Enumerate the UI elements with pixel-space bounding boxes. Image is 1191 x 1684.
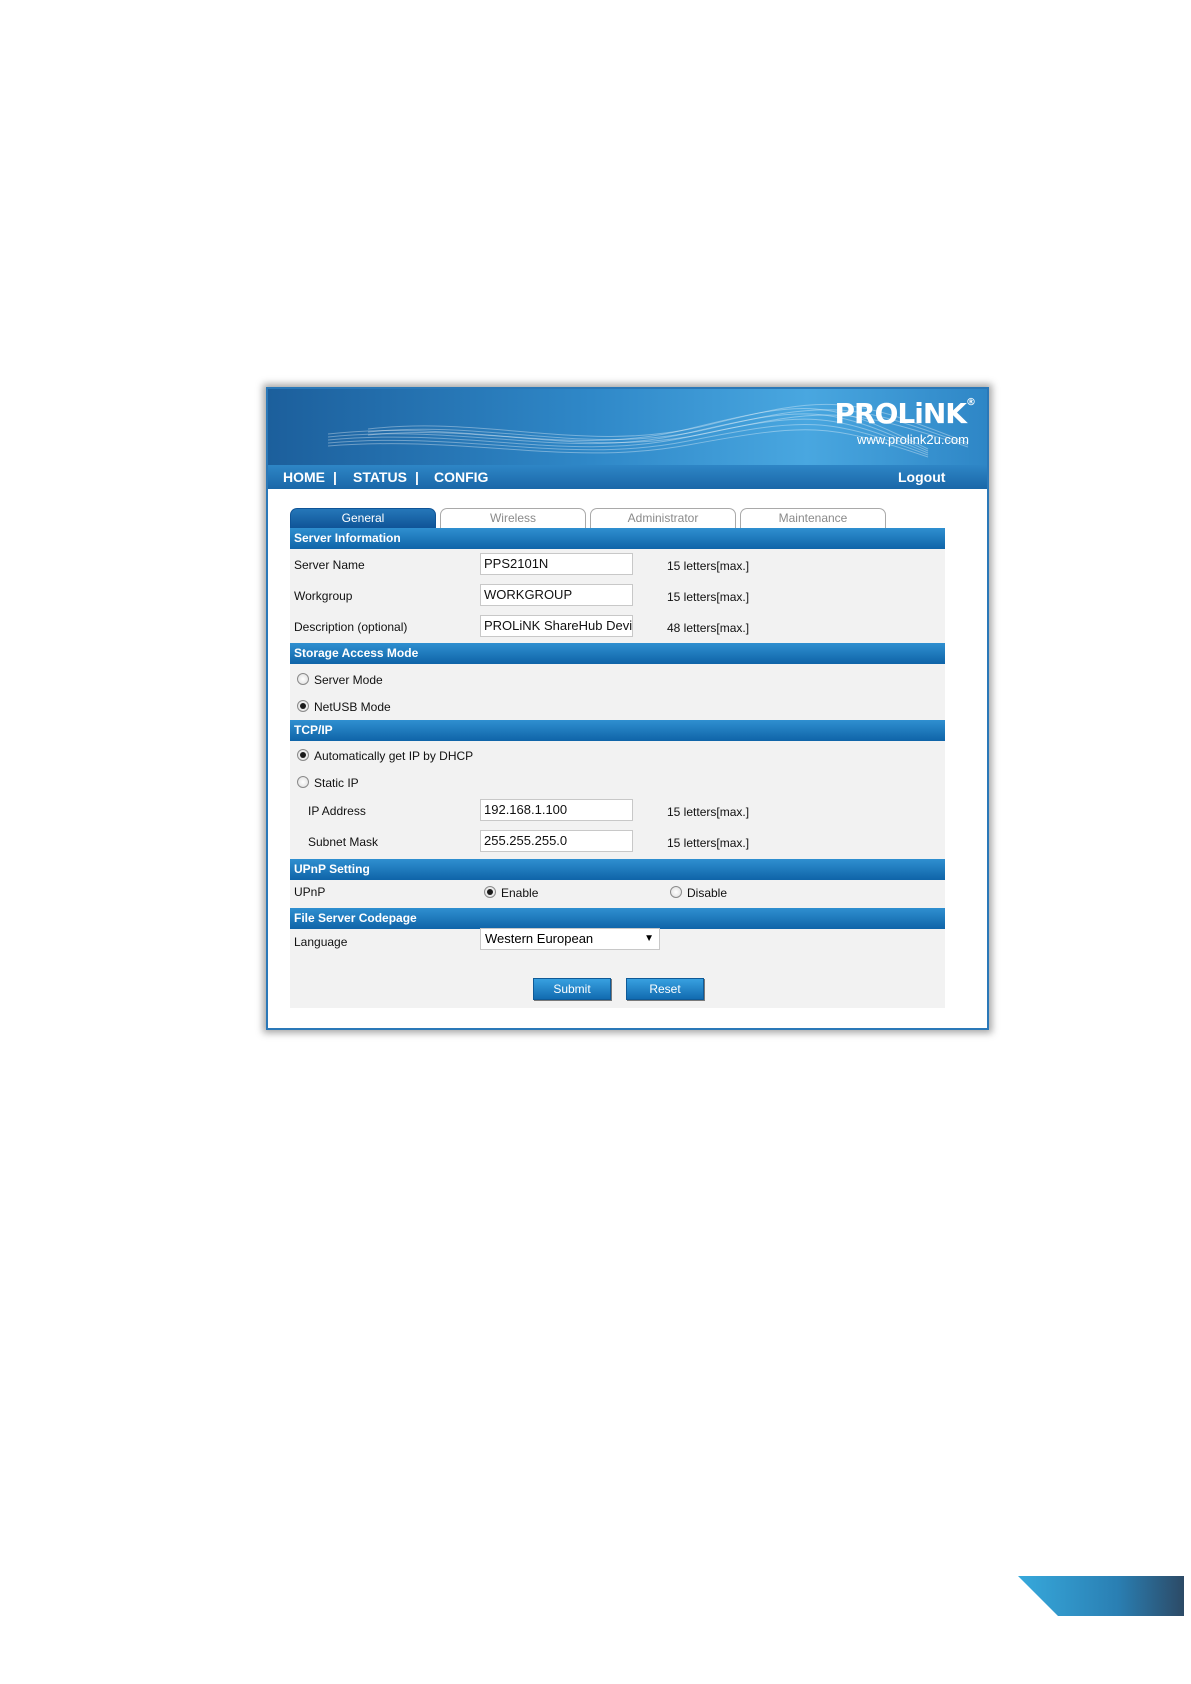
- header-banner: PROLiNK® www.prolink2u.com: [268, 389, 987, 465]
- subnet-mask-input[interactable]: 255.255.255.0: [480, 830, 633, 852]
- tab-maintenance[interactable]: Maintenance: [740, 508, 886, 528]
- chevron-down-icon: ▼: [644, 933, 654, 944]
- ip-address-input[interactable]: 192.168.1.100: [480, 799, 633, 821]
- description-input[interactable]: PROLiNK ShareHub Devic: [480, 615, 633, 637]
- tab-administrator[interactable]: Administrator: [590, 508, 736, 528]
- ip-address-label: IP Address: [308, 804, 366, 818]
- subnet-mask-label: Subnet Mask: [308, 835, 379, 849]
- nav-home[interactable]: HOME: [283, 469, 325, 485]
- config-tabs: General Wireless Administrator Maintenan…: [290, 508, 890, 528]
- upnp-enable-radio[interactable]: [484, 886, 496, 898]
- upnp-disable-label: Disable: [687, 886, 728, 900]
- server-name-hint: 15 letters[max.]: [667, 559, 750, 573]
- static-ip-label: Static IP: [314, 776, 359, 790]
- subnet-mask-hint: 15 letters[max.]: [667, 836, 750, 850]
- submit-button[interactable]: Submit: [533, 978, 611, 1000]
- netusb-mode-label: NetUSB Mode: [314, 700, 391, 714]
- logout-link[interactable]: Logout: [898, 469, 945, 485]
- upnp-disable-radio[interactable]: [670, 886, 682, 898]
- server-name-label: Server Name: [294, 558, 365, 572]
- upnp-enable-label: Enable: [501, 886, 539, 900]
- top-nav: HOME | STATUS | CONFIG Logout: [268, 465, 987, 489]
- language-label: Language: [294, 935, 348, 949]
- reset-button[interactable]: Reset: [626, 978, 704, 1000]
- tab-general[interactable]: General: [290, 508, 436, 528]
- dhcp-radio[interactable]: [297, 749, 309, 761]
- nav-separator: |: [333, 469, 337, 485]
- workgroup-hint: 15 letters[max.]: [667, 590, 750, 604]
- tab-wireless[interactable]: Wireless: [440, 508, 586, 528]
- upnp-label: UPnP: [294, 885, 326, 899]
- section-upnp-setting: UPnP Setting: [290, 859, 945, 880]
- language-selected-value: Western European: [485, 931, 594, 946]
- server-name-input[interactable]: PPS2101N: [480, 553, 633, 575]
- section-storage-access-mode: Storage Access Mode: [290, 643, 945, 664]
- description-hint: 48 letters[max.]: [667, 621, 750, 635]
- ip-address-hint: 15 letters[max.]: [667, 805, 750, 819]
- nav-status[interactable]: STATUS: [353, 469, 407, 485]
- site-url: www.prolink2u.com: [857, 432, 969, 447]
- router-config-screenshot: PROLiNK® www.prolink2u.com HOME | STATUS…: [266, 387, 989, 1030]
- section-file-server-codepage: File Server Codepage: [290, 908, 945, 929]
- server-mode-radio[interactable]: [297, 673, 309, 685]
- section-tcpip: TCP/IP: [290, 720, 945, 741]
- description-label: Description (optional): [294, 620, 408, 634]
- nav-separator: |: [415, 469, 419, 485]
- netusb-mode-radio[interactable]: [297, 700, 309, 712]
- server-mode-label: Server Mode: [314, 673, 383, 687]
- workgroup-input[interactable]: WORKGROUP: [480, 584, 633, 606]
- dhcp-label: Automatically get IP by DHCP: [314, 749, 474, 763]
- prolink-logo: PROLiNK®: [834, 397, 976, 430]
- nav-config[interactable]: CONFIG: [434, 469, 488, 485]
- section-server-information: Server Information: [290, 528, 945, 549]
- workgroup-label: Workgroup: [294, 589, 353, 603]
- language-select[interactable]: Western European ▼: [480, 928, 660, 950]
- page-corner-decoration-icon: [1018, 1576, 1184, 1616]
- static-ip-radio[interactable]: [297, 776, 309, 788]
